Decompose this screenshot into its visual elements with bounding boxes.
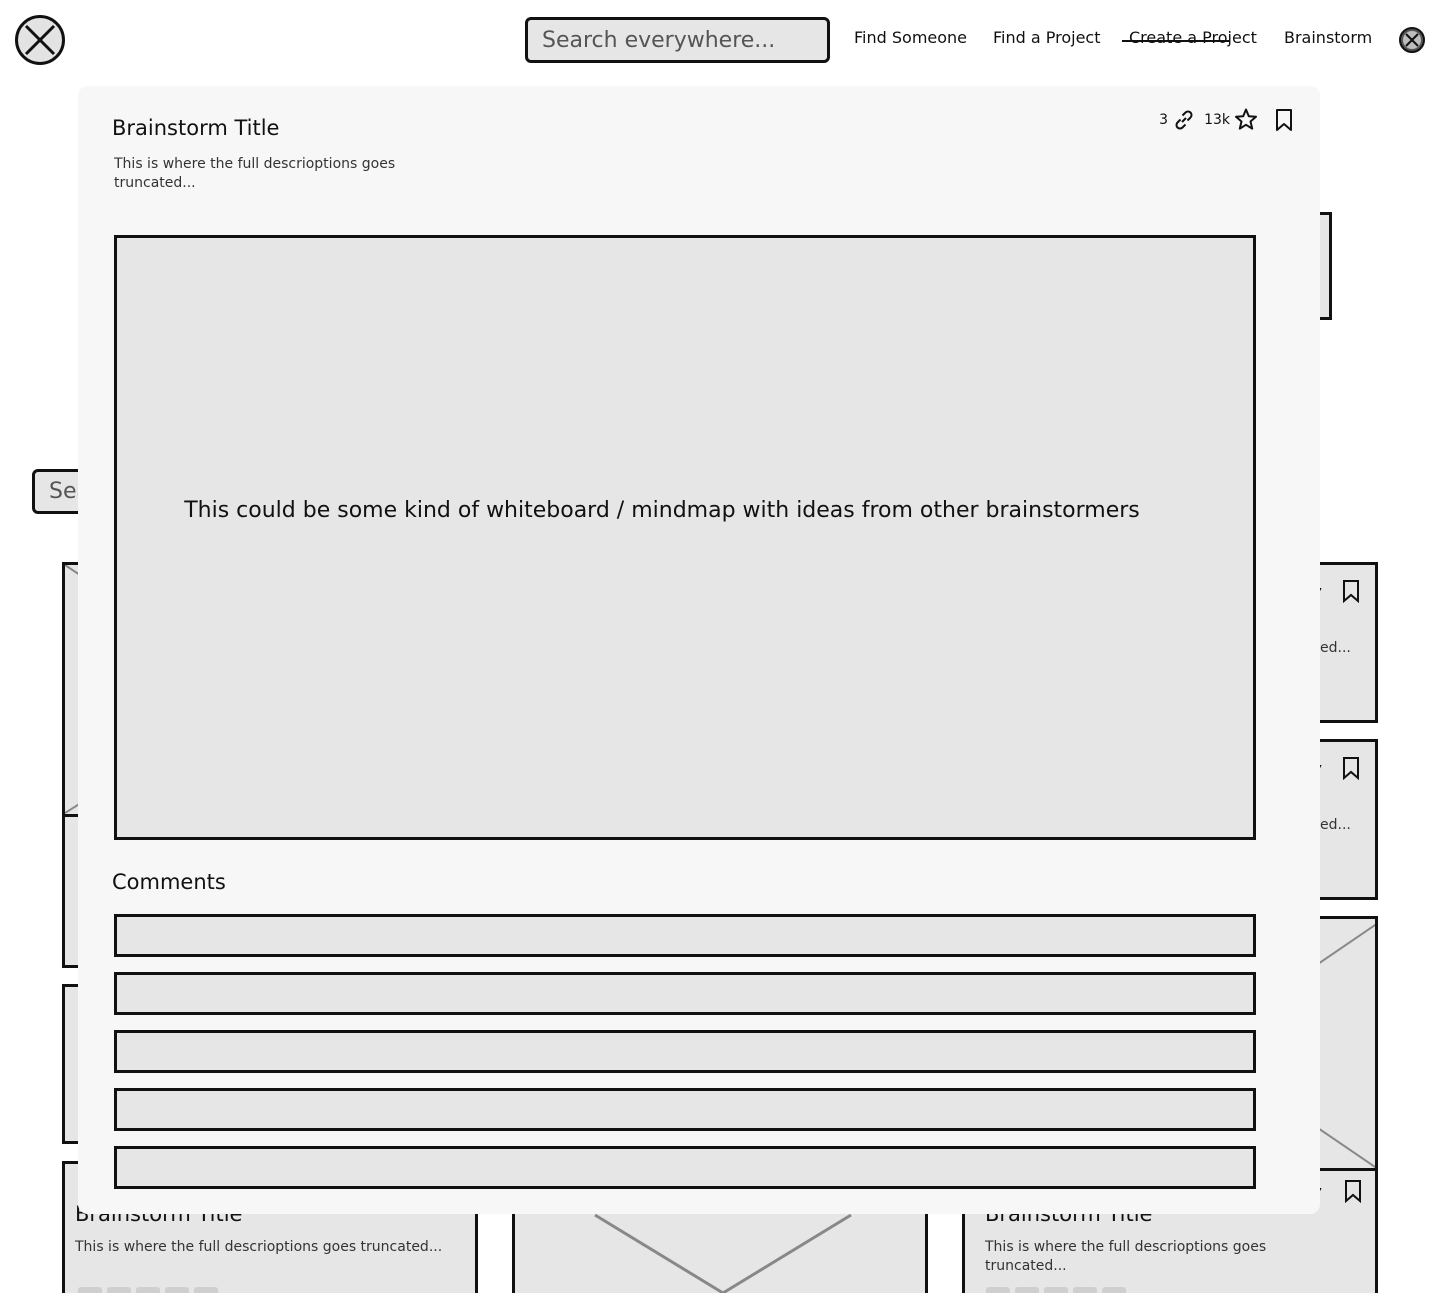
bookmark-icon[interactable] [1340, 579, 1362, 607]
background-card-description: This is where the full descrioptions goe… [75, 1239, 443, 1255]
background-tag [165, 1287, 189, 1293]
background-tag [1015, 1287, 1039, 1293]
background-tag [1102, 1287, 1126, 1293]
link-icon[interactable] [1170, 106, 1198, 134]
modal-title: Brainstorm Title [112, 116, 280, 140]
background-tag [78, 1287, 102, 1293]
modal-description: This is where the full descrioptions goe… [114, 156, 396, 191]
background-card-description: ed... [1320, 817, 1351, 833]
background-tag [1044, 1287, 1068, 1293]
strike-line [1122, 40, 1230, 42]
comment-item[interactable] [114, 914, 1256, 957]
nav-brainstorm[interactable]: Brainstorm [1284, 28, 1372, 47]
background-tag [136, 1287, 160, 1293]
nav-create-project[interactable]: Create a Project [1129, 28, 1257, 47]
modal-stats: 3 13k [1159, 106, 1298, 134]
background-card-description: ed... [1320, 640, 1351, 656]
links-count: 3 [1159, 112, 1169, 128]
star-icon[interactable] [1232, 106, 1260, 134]
background-tag [194, 1287, 218, 1293]
brainstorm-modal: Brainstorm Title This is where the full … [78, 86, 1320, 1214]
comment-item[interactable] [114, 1146, 1256, 1189]
whiteboard-placeholder-text: This could be some kind of whiteboard / … [184, 497, 1140, 523]
background-tag [986, 1287, 1010, 1293]
bookmark-icon[interactable] [1270, 106, 1298, 134]
search-input[interactable] [525, 17, 830, 63]
background-tag [107, 1287, 131, 1293]
nav-find-someone[interactable]: Find Someone [854, 28, 967, 47]
close-icon[interactable] [1399, 27, 1425, 53]
comments-heading: Comments [112, 870, 226, 894]
comment-item[interactable] [114, 972, 1256, 1015]
background-card-description: This is where the full descrioptions goe… [985, 1239, 1267, 1274]
logo-placeholder-icon[interactable] [15, 15, 65, 65]
comment-item[interactable] [114, 1088, 1256, 1131]
bookmark-icon[interactable] [1342, 1179, 1364, 1207]
whiteboard-area[interactable]: This could be some kind of whiteboard / … [114, 235, 1256, 840]
background-tag [1073, 1287, 1097, 1293]
comment-item[interactable] [114, 1030, 1256, 1073]
bookmark-icon[interactable] [1340, 756, 1362, 784]
stars-count: 13k [1204, 112, 1230, 128]
nav-find-project[interactable]: Find a Project [993, 28, 1101, 47]
